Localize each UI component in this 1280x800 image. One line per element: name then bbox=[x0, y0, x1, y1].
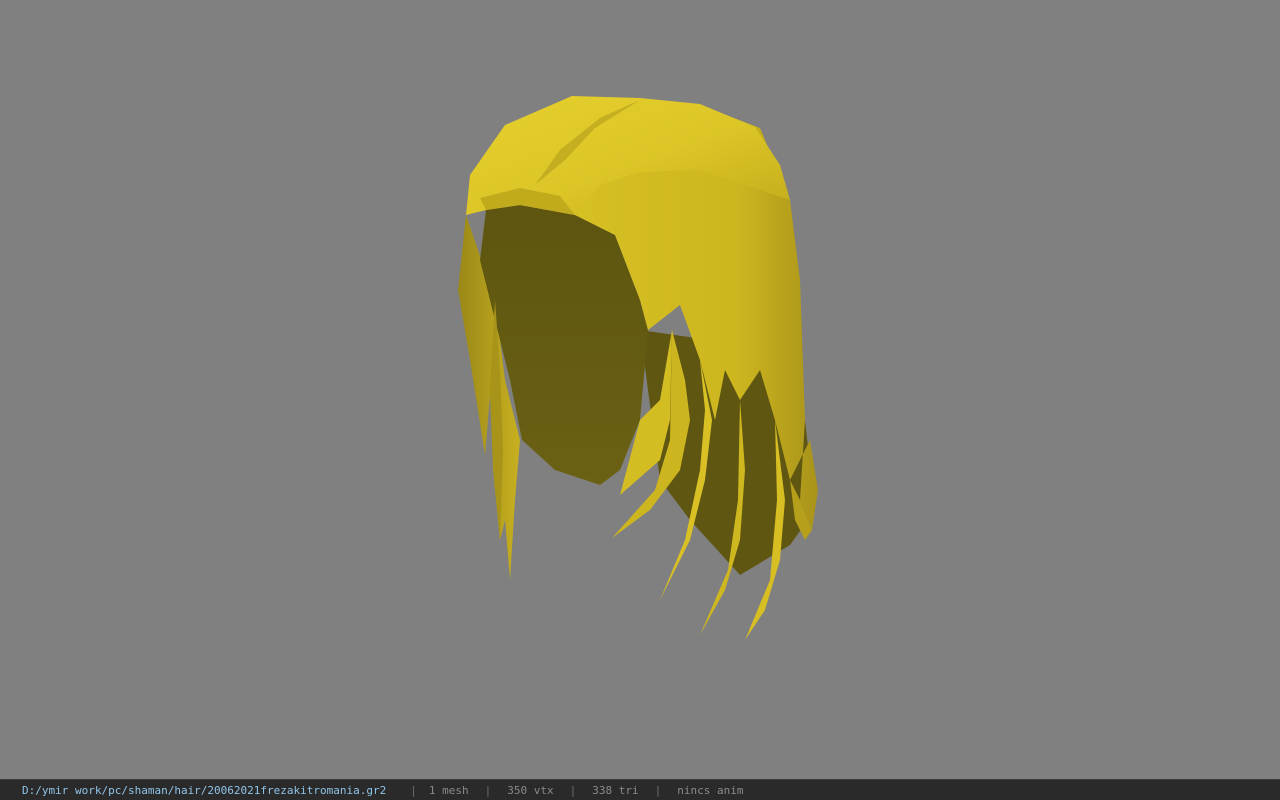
mesh-count: 1 mesh bbox=[428, 783, 469, 797]
animation-status: nincs anim bbox=[677, 783, 744, 797]
vertex-count: 350 vtx bbox=[507, 783, 554, 797]
triangle-count: 338 tri bbox=[592, 783, 639, 797]
status-separator: | bbox=[484, 783, 492, 797]
status-separator: | bbox=[569, 783, 577, 797]
status-separator: | bbox=[654, 783, 662, 797]
3d-viewport[interactable] bbox=[0, 0, 1280, 779]
status-separator: | bbox=[410, 783, 417, 797]
hair-model-render bbox=[458, 96, 818, 640]
file-path: D:/ymir work/pc/shaman/hair/20062021frez… bbox=[22, 783, 387, 797]
status-bar: D:/ymir work/pc/shaman/hair/20062021frez… bbox=[0, 779, 1280, 800]
